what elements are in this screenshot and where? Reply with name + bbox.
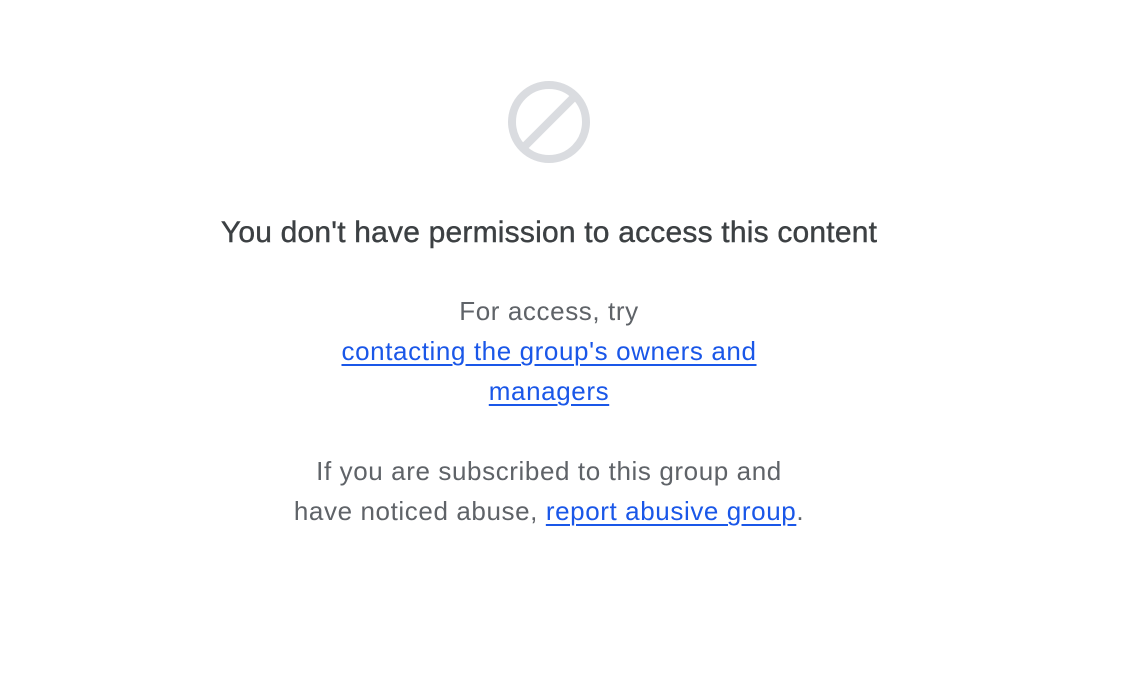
report-abusive-group-link[interactable]: report abusive group bbox=[546, 496, 796, 526]
page-title: You don't have permission to access this… bbox=[220, 216, 878, 249]
access-instructions: For access, try contacting the group's o… bbox=[0, 291, 1098, 411]
permission-denied-page: You don't have permission to access this… bbox=[0, 0, 1136, 684]
abuse-instructions: If you are subscribed to this group and … bbox=[0, 451, 1098, 531]
abuse-text-prefix: have noticed abuse, bbox=[293, 496, 546, 526]
contact-owners-link[interactable]: contacting the group's owners and manage… bbox=[0, 331, 1098, 411]
contact-owners-link-line2[interactable]: managers bbox=[0, 371, 1098, 411]
contact-owners-link-line1[interactable]: contacting the group's owners and bbox=[0, 331, 1098, 371]
access-prefix-text: For access, try bbox=[459, 296, 639, 326]
abuse-text-line2: have noticed abuse, report abusive group… bbox=[0, 491, 1098, 531]
abuse-text-line1: If you are subscribed to this group and bbox=[316, 456, 782, 486]
blocked-icon bbox=[507, 80, 591, 164]
abuse-text-suffix: . bbox=[796, 496, 805, 526]
